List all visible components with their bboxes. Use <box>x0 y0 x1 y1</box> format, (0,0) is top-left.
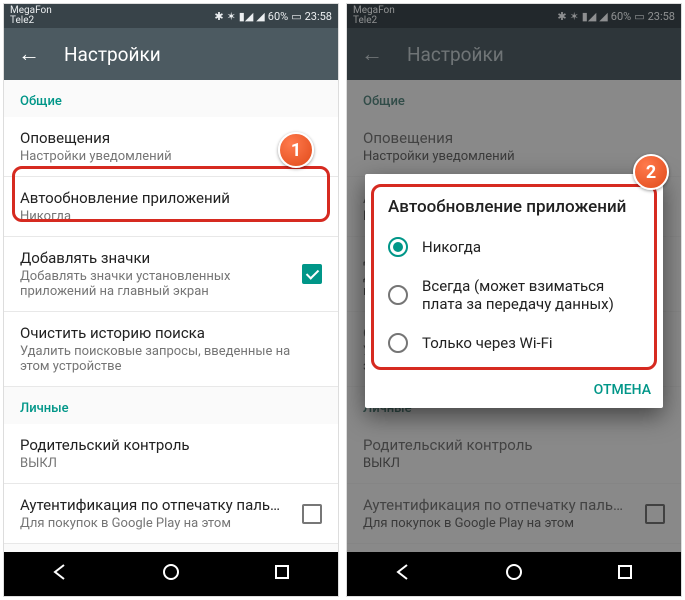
page-title: Настройки <box>407 43 504 66</box>
callout-2: 2 <box>633 154 669 190</box>
dialog-highlight: Автообновление приложений Никогда Всегда… <box>371 184 657 370</box>
carrier-2: Tele2 <box>10 16 214 26</box>
signal-icon-2: ◢ <box>599 10 607 23</box>
row-sub: ВЫКЛ <box>20 456 322 471</box>
dialog-title: Автообновление приложений <box>382 197 646 227</box>
app-bar: ← Настройки <box>4 28 338 80</box>
carrier-1: MegaFon <box>10 6 214 16</box>
radio-label: Только через Wi-Fi <box>422 334 553 352</box>
nav-back-icon[interactable] <box>50 562 70 586</box>
checkbox-fingerprint <box>645 504 665 524</box>
nav-home-icon[interactable] <box>161 562 181 586</box>
row-sub: Для покупок в Google Play на этом <box>20 516 302 531</box>
radio-option-never[interactable]: Никогда <box>382 227 646 267</box>
section-personal: Личные <box>4 387 338 424</box>
battery-text: 60% <box>611 10 631 23</box>
nav-recents-icon[interactable] <box>272 562 292 586</box>
battery-icon: ▭ <box>291 10 301 23</box>
back-icon[interactable]: ← <box>361 41 383 67</box>
signal-icon: ▮◢ <box>239 10 254 23</box>
checkbox-fingerprint[interactable] <box>302 504 322 524</box>
radio-label: Всегда (может взиматься плата за передач… <box>422 277 640 313</box>
app-bar: ← Настройки <box>347 28 681 80</box>
vibrate-icon: ✶ <box>227 10 236 23</box>
status-bar: MegaFon Tele2 ✱ ✶ ▮◢ ◢ 60% ▭ 23:58 <box>4 4 338 28</box>
callout-1: 1 <box>278 132 314 168</box>
radio-icon[interactable] <box>388 285 408 305</box>
row-parental[interactable]: Родительский контроль ВЫКЛ <box>4 424 338 484</box>
radio-label: Никогда <box>422 238 481 256</box>
section-general: Общие <box>4 80 338 117</box>
nav-home-icon[interactable] <box>504 562 524 586</box>
status-bar: MegaFon Tele2 ✱ ✶ ▮◢ ◢ 60% ▭ 23:58 <box>347 4 681 28</box>
row-title: Оповещения <box>20 129 322 147</box>
bluetooth-icon: ✱ <box>557 10 566 23</box>
radio-icon[interactable] <box>388 333 408 353</box>
battery-icon: ▭ <box>634 10 644 23</box>
signal-icon-2: ◢ <box>256 10 264 23</box>
clock: 23:58 <box>648 10 675 23</box>
row-fingerprint: Аутентификация по отпечатку паль… Для по… <box>347 484 681 544</box>
row-autoupdate[interactable]: Автообновление приложений Никогда <box>4 177 338 237</box>
row-title: Родительский контроль <box>20 436 322 454</box>
section-general: Общие <box>347 80 681 117</box>
nav-back-icon[interactable] <box>393 562 413 586</box>
row-sub: Настройки уведомлений <box>20 149 322 164</box>
battery-text: 60% <box>268 10 288 23</box>
clock: 23:58 <box>305 10 332 23</box>
android-navbar <box>347 552 681 596</box>
row-clear-search[interactable]: Очистить историю поиска Удалить поисковы… <box>4 312 338 387</box>
row-sub: Добавлять значки установленных приложени… <box>20 269 302 299</box>
row-parental: Родительский контроль ВЫКЛ <box>347 424 681 484</box>
row-title: Аутентификация по отпечатку паль… <box>20 496 302 514</box>
android-navbar <box>4 552 338 596</box>
row-notifications: Оповещения Настройки уведомлений <box>347 117 681 177</box>
checkbox-add-icons[interactable] <box>302 264 322 284</box>
back-icon[interactable]: ← <box>18 41 40 67</box>
row-add-icons[interactable]: Добавлять значки Добавлять значки устано… <box>4 237 338 312</box>
row-sub: Никогда <box>20 209 322 224</box>
signal-icon: ▮◢ <box>582 10 597 23</box>
row-title: Автообновление приложений <box>20 189 322 207</box>
carrier-2: Tele2 <box>353 16 557 26</box>
autoupdate-dialog: Автообновление приложений Никогда Всегда… <box>365 174 663 408</box>
phone-left: MegaFon Tele2 ✱ ✶ ▮◢ ◢ 60% ▭ 23:58 ← Нас… <box>3 3 339 597</box>
radio-option-wifi[interactable]: Только через Wi-Fi <box>382 323 646 363</box>
carrier-1: MegaFon <box>353 6 557 16</box>
nav-recents-icon[interactable] <box>615 562 635 586</box>
cancel-button[interactable]: ОТМЕНА <box>594 382 651 398</box>
page-title: Настройки <box>64 43 161 66</box>
row-title: Очистить историю поиска <box>20 324 322 342</box>
bluetooth-icon: ✱ <box>214 10 223 23</box>
row-sub: Удалить поисковые запросы, введенные на … <box>20 344 322 374</box>
radio-icon[interactable] <box>388 237 408 257</box>
radio-option-always[interactable]: Всегда (может взиматься плата за передач… <box>382 267 646 323</box>
phone-right: MegaFon Tele2 ✱ ✶ ▮◢ ◢ 60% ▭ 23:58 ← Нас… <box>346 3 682 597</box>
row-title: Добавлять значки <box>20 249 302 267</box>
vibrate-icon: ✶ <box>570 10 579 23</box>
row-fingerprint[interactable]: Аутентификация по отпечатку паль… Для по… <box>4 484 338 544</box>
